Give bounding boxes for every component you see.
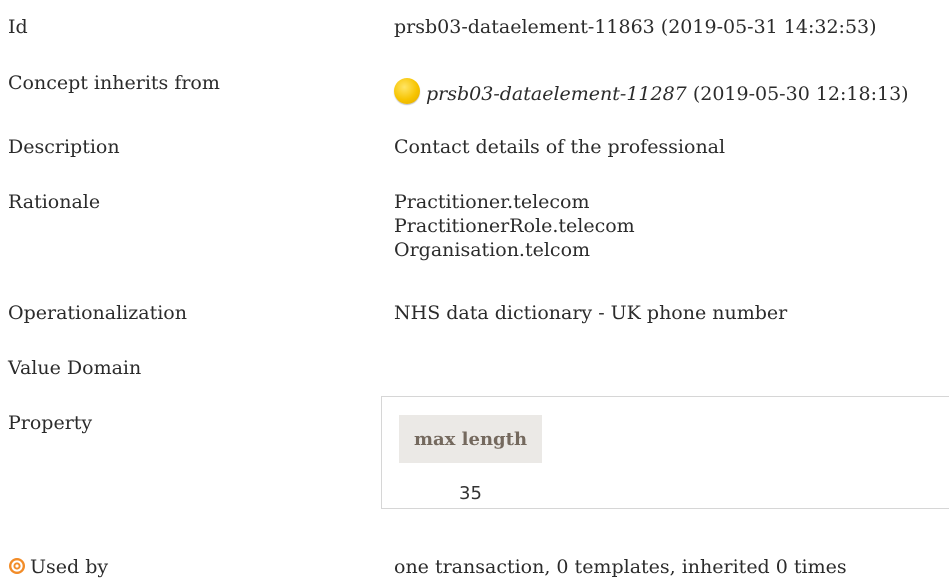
property-label: Property: [8, 412, 93, 434]
property-header-max-length: max length: [399, 415, 542, 463]
used-by-value: one transaction, 0 templates, inherited …: [394, 556, 847, 578]
target-icon: [9, 558, 25, 574]
rationale-label: Rationale: [8, 191, 101, 213]
used-by-label: Used by: [8, 555, 108, 579]
yellow-circle-icon: [394, 78, 420, 104]
inherits-ref-link[interactable]: prsb03-dataelement-11287: [426, 83, 687, 105]
rationale-line: Organisation.telcom: [394, 239, 591, 261]
inherits-ref-date: (2019-05-30 12:18:13): [686, 83, 909, 105]
operationalization-label: Operationalization: [8, 302, 187, 324]
description-label: Description: [8, 136, 120, 158]
inherits-value: prsb03-dataelement-11287 (2019-05-30 12:…: [394, 78, 909, 106]
value-domain-label: Value Domain: [8, 357, 142, 379]
used-by-text: Used by: [30, 556, 109, 578]
rationale-line: Practitioner.telecom: [394, 191, 590, 213]
property-value-max-length: 35: [459, 483, 482, 504]
inherits-label: Concept inherits from: [8, 72, 220, 94]
id-value: prsb03-dataelement-11863 (2019-05-31 14:…: [394, 16, 877, 38]
description-value: Contact details of the professional: [394, 136, 726, 158]
rationale-value: Practitioner.telecom PractitionerRole.te…: [394, 190, 635, 262]
operationalization-value: NHS data dictionary - UK phone number: [394, 302, 788, 324]
rationale-line: PractitionerRole.telecom: [394, 215, 635, 237]
property-table: max length 35: [381, 396, 949, 509]
id-label: Id: [8, 16, 28, 38]
